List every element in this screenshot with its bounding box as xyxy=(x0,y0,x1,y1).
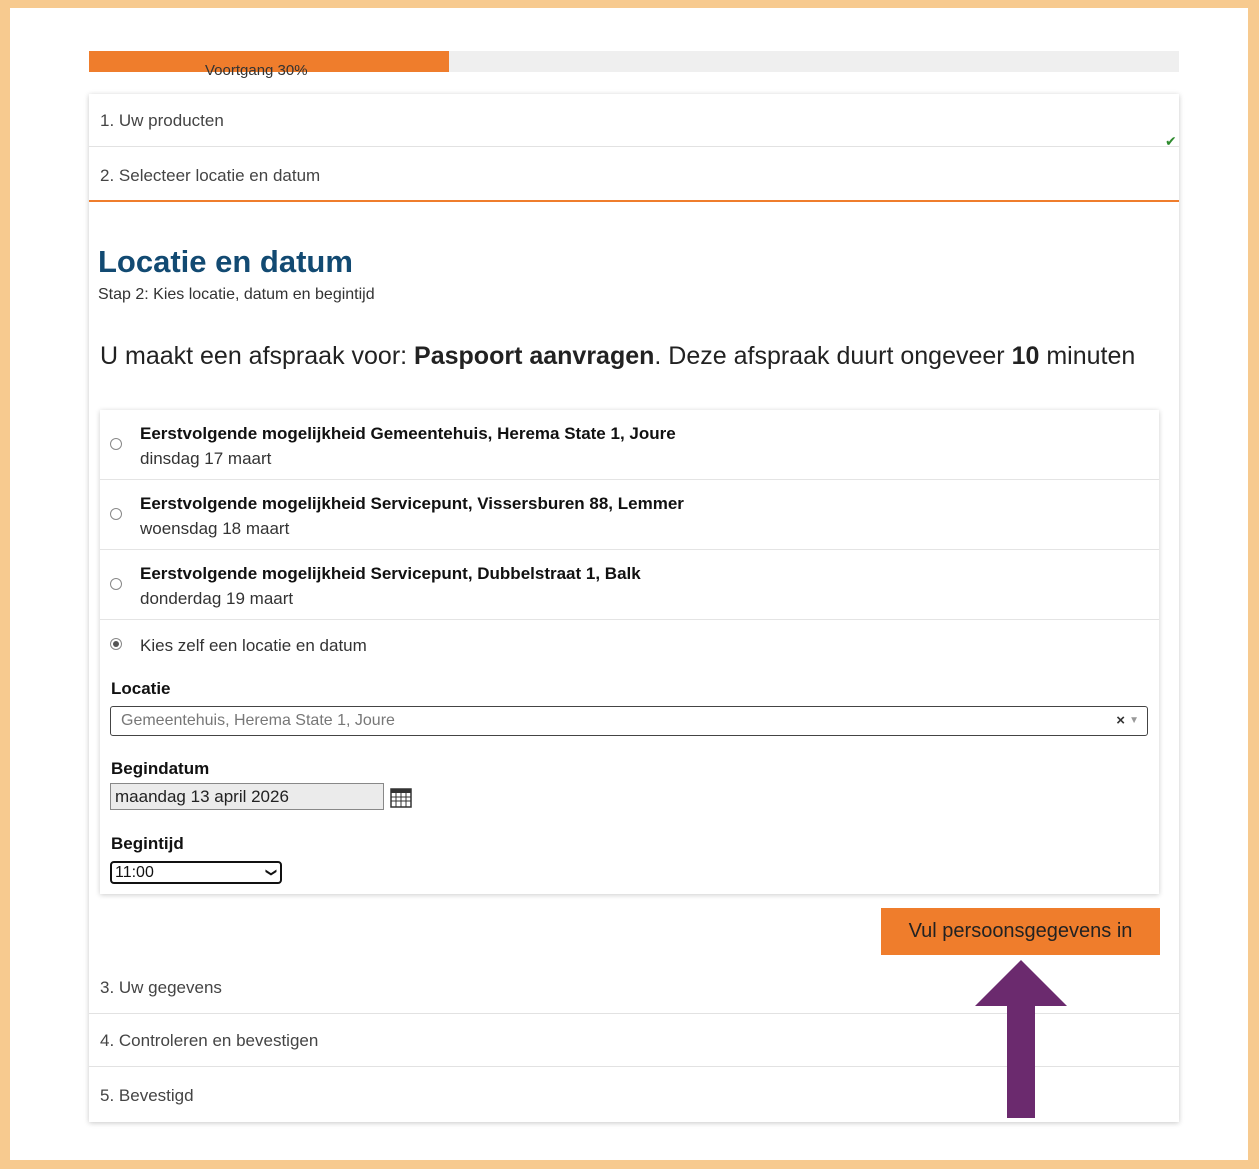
next-button[interactable]: Vul persoonsgegevens in xyxy=(881,908,1160,955)
duration-value: 10 xyxy=(1011,342,1040,370)
radio-button-own-choice[interactable] xyxy=(110,638,122,650)
step-label: 4. Controleren en bevestigen xyxy=(100,1031,319,1050)
start-time-value: 11:00 xyxy=(115,864,154,881)
option-date: woensdag 18 maart xyxy=(140,519,290,538)
step-label: 5. Bevestigd xyxy=(100,1086,194,1105)
section-title: Locatie en datum xyxy=(98,244,353,279)
step-label: 2. Selecteer locatie en datum xyxy=(100,166,321,185)
start-date-input[interactable]: maandag 13 april 2026 xyxy=(110,783,384,810)
progress-label: Voortgang 30% xyxy=(205,62,308,79)
step-products[interactable]: 1. Uw producten xyxy=(89,94,1179,147)
checkmark-icon: ✔ xyxy=(1165,133,1177,149)
location-value: Gemeentehuis, Herema State 1, Joure xyxy=(121,712,395,729)
option-date: donderdag 19 maart xyxy=(140,589,294,608)
step-label: 3. Uw gegevens xyxy=(100,978,222,997)
radio-button[interactable] xyxy=(110,438,122,450)
option-date: dinsdag 17 maart xyxy=(140,449,272,468)
chevron-down-icon[interactable]: ▼ xyxy=(1129,707,1139,735)
location-options: Eerstvolgende mogelijkheid Gemeentehuis,… xyxy=(100,410,1159,894)
option-joure[interactable]: Eerstvolgende mogelijkheid Gemeentehuis,… xyxy=(100,410,1159,480)
start-time-label: Begintijd xyxy=(111,834,184,853)
option-title: Eerstvolgende mogelijkheid Servicepunt, … xyxy=(140,494,684,513)
option-balk[interactable]: Eerstvolgende mogelijkheid Servicepunt, … xyxy=(100,550,1159,620)
own-choice-label[interactable]: Kies zelf een locatie en datum xyxy=(140,636,367,656)
location-select[interactable]: Gemeentehuis, Herema State 1, Joure × ▼ xyxy=(110,706,1148,736)
product-name: Paspoort aanvragen xyxy=(414,342,655,370)
clear-icon[interactable]: × xyxy=(1116,707,1125,735)
location-label: Locatie xyxy=(111,679,171,698)
step-location-date[interactable]: 2. Selecteer locatie en datum xyxy=(89,149,1179,202)
start-time-select[interactable]: 11:00 ❯ xyxy=(110,861,282,884)
calendar-icon[interactable] xyxy=(390,787,412,808)
option-title: Eerstvolgende mogelijkheid Gemeentehuis,… xyxy=(140,424,676,443)
arrow-up-icon xyxy=(975,960,1067,1118)
option-title: Eerstvolgende mogelijkheid Servicepunt, … xyxy=(140,564,641,583)
option-lemmer[interactable]: Eerstvolgende mogelijkheid Servicepunt, … xyxy=(100,480,1159,550)
appointment-intro: U maakt een afspraak voor: Paspoort aanv… xyxy=(100,342,1136,370)
radio-button[interactable] xyxy=(110,508,122,520)
step-label: 1. Uw producten xyxy=(100,111,224,130)
section-subtitle: Stap 2: Kies locatie, datum en begintijd xyxy=(98,286,375,303)
chevron-down-icon: ❯ xyxy=(264,867,277,878)
start-date-label: Begindatum xyxy=(111,759,210,778)
radio-button[interactable] xyxy=(110,578,122,590)
